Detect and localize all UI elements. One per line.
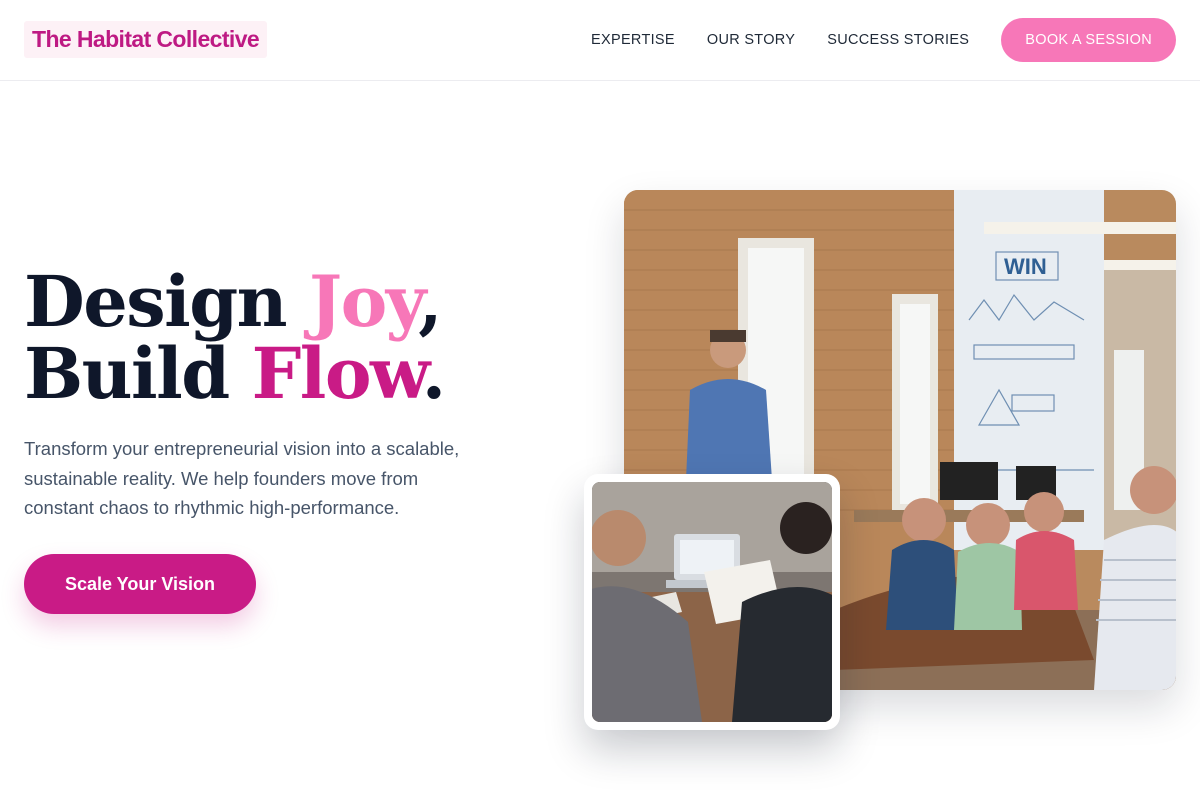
nav-link-our-story[interactable]: OUR STORY [707, 32, 795, 48]
main-nav: EXPERTISE OUR STORY SUCCESS STORIES BOOK… [591, 0, 1176, 80]
headline-line-1: Design Joy, [24, 260, 443, 343]
business-meeting-photo [592, 482, 832, 722]
headline-line-2: Build Flow. [24, 332, 446, 415]
brand-logo[interactable]: The Habitat Collective [24, 21, 268, 58]
headline-accent-flow: Flow [251, 332, 424, 415]
scale-vision-button[interactable]: Scale Your Vision [24, 554, 256, 614]
hero-subtext: Transform your entrepreneurial vision in… [24, 438, 460, 518]
book-session-button[interactable]: BOOK A SESSION [1001, 18, 1176, 62]
headline-accent-joy: Joy [308, 260, 420, 343]
svg-text:WIN: WIN [1004, 254, 1047, 279]
nav-link-expertise[interactable]: EXPERTISE [591, 32, 675, 48]
hero-headline: Design Joy, Build Flow. [24, 266, 446, 410]
inset-photo-card [584, 474, 840, 730]
site-header: The Habitat Collective EXPERTISE OUR STO… [0, 0, 1200, 81]
nav-link-success-stories[interactable]: SUCCESS STORIES [827, 32, 969, 48]
